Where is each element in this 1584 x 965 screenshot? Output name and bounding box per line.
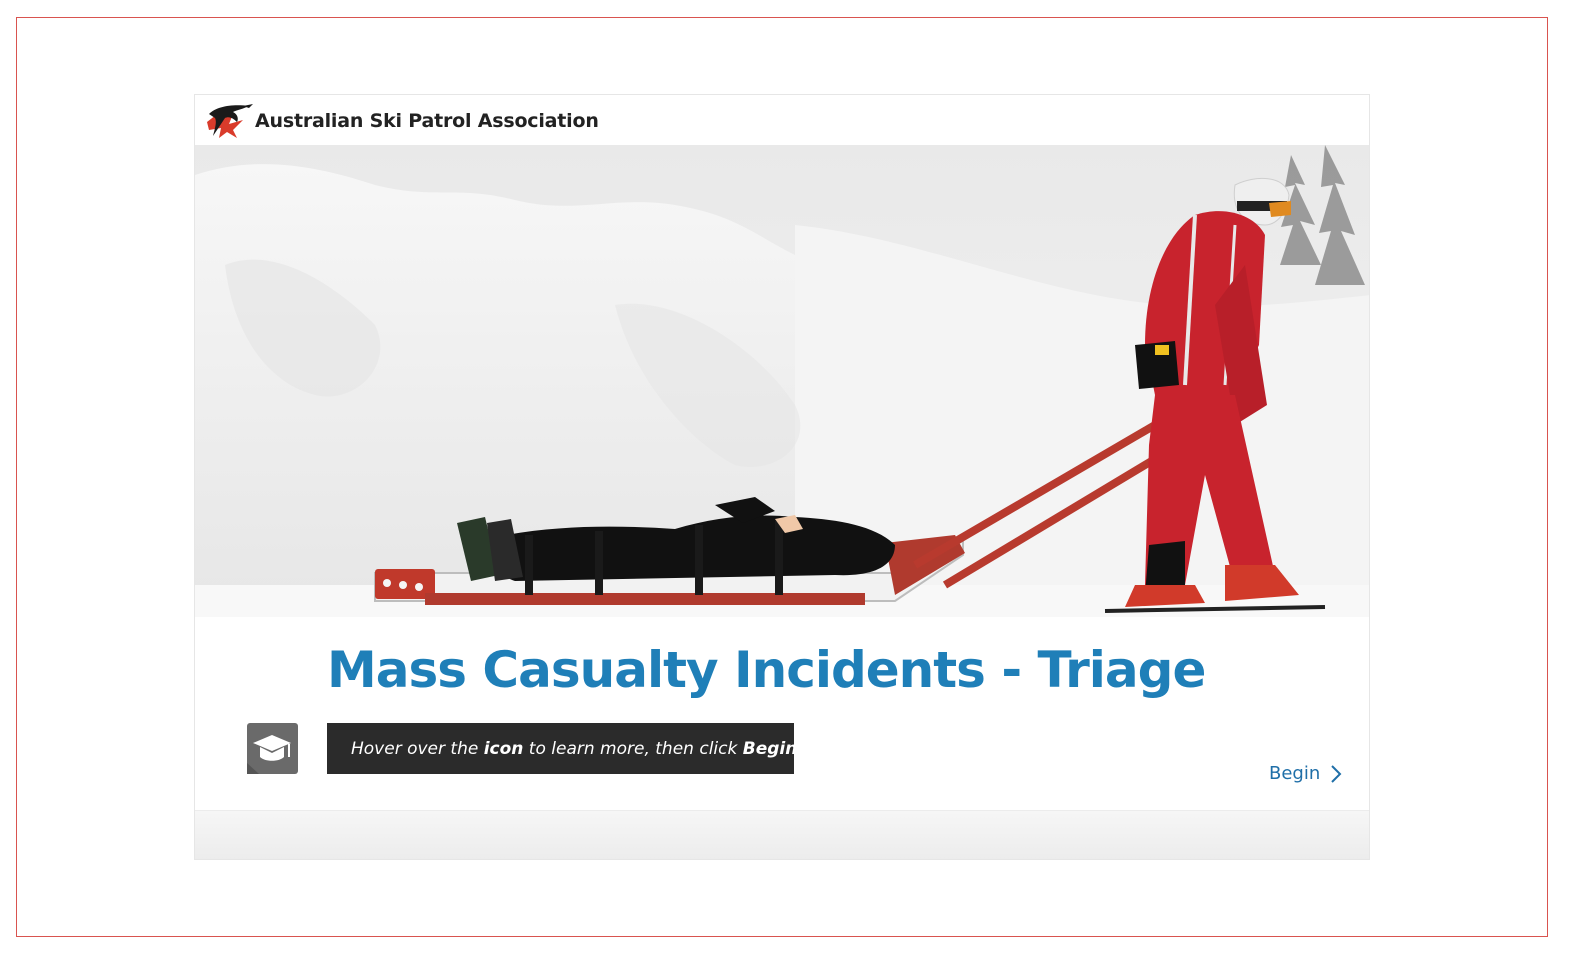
header-bar: Australian Ski Patrol Association xyxy=(195,95,1369,146)
begin-button[interactable]: Begin xyxy=(1269,763,1342,784)
chevron-right-icon xyxy=(1331,764,1342,783)
hero-image xyxy=(195,145,1369,617)
aspa-logo-icon xyxy=(207,104,253,138)
begin-label: Begin xyxy=(1269,763,1321,784)
info-hover-button[interactable] xyxy=(247,723,298,774)
org-name: Australian Ski Patrol Association xyxy=(255,110,599,132)
course-title: Mass Casualty Incidents - Triage xyxy=(327,641,1206,699)
hint-box: Hover over the icon to learn more, then … xyxy=(327,723,803,774)
graduation-cap-icon xyxy=(247,735,291,774)
bottom-panel: Mass Casualty Incidents - Triage Hover o… xyxy=(195,617,1369,811)
footer-strip xyxy=(195,811,1369,859)
hint-text: Hover over the icon to learn more, then … xyxy=(351,738,803,759)
course-card: Australian Ski Patrol Association Mass C… xyxy=(194,94,1370,860)
